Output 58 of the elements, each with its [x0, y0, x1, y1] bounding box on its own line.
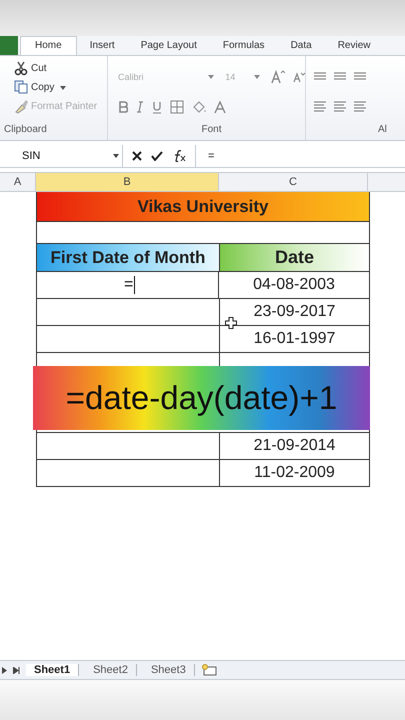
cancel-icon [132, 151, 142, 161]
next-sheet-icon [2, 666, 7, 674]
ribbon-tab[interactable]: Home [20, 36, 77, 55]
ribbon-tab[interactable]: Insert [76, 36, 128, 55]
file-tab[interactable] [0, 36, 18, 55]
ribbon-tab[interactable]: Formulas [210, 36, 278, 55]
group-label: Font [201, 124, 222, 137]
bold-icon [118, 101, 128, 113]
ribbon-command[interactable]: Cut [14, 61, 47, 76]
align-icon [354, 72, 366, 82]
table-cell-editor[interactable]: = [37, 272, 219, 298]
table-cell: 04-08-2003 [253, 276, 335, 294]
table-cell: 16-01-1997 [254, 330, 336, 348]
borders-icon [170, 100, 184, 114]
caret-icon [113, 154, 119, 158]
last-sheet-icon [13, 666, 20, 674]
ribbon-tab[interactable]: Data [278, 36, 325, 55]
column-header[interactable]: C [219, 173, 368, 191]
column-header[interactable]: B [36, 173, 219, 191]
header-cell: First Date of Month [37, 244, 220, 271]
scissors-icon [14, 61, 28, 76]
align-icon [334, 72, 346, 82]
table-cell: 21-09-2014 [254, 437, 336, 455]
copy-icon [14, 80, 28, 95]
brush-icon [14, 99, 28, 114]
title-cell: Vikas University [37, 192, 369, 222]
caret-icon [60, 86, 66, 90]
group-label: Clipboard [4, 124, 47, 137]
ribbon-tab[interactable]: Page Layout [128, 36, 210, 55]
grow-font-icon [271, 70, 285, 84]
align-icon [354, 101, 366, 113]
formula-input[interactable]: = [195, 145, 405, 167]
ribbon-tab[interactable]: Review [324, 36, 384, 55]
formula-banner: =date-day(date)+1 [33, 366, 370, 430]
new-sheet-icon [200, 664, 217, 676]
name-box-text: SIN [22, 150, 40, 162]
italic-icon [136, 101, 144, 113]
ribbon-command[interactable]: Copy [14, 80, 70, 95]
caret-icon [254, 75, 260, 79]
function-icon [172, 150, 186, 162]
font-color-icon [214, 100, 226, 114]
check-icon [151, 151, 163, 161]
sheet-tab[interactable]: Sheet1 [26, 664, 80, 676]
name-box[interactable]: SIN [0, 145, 123, 167]
underline-icon [152, 100, 162, 114]
align-icon [314, 72, 326, 82]
cell-input-text: = [124, 276, 136, 294]
align-icon [314, 101, 326, 113]
table-cell: 11-02-2009 [254, 464, 335, 482]
group-label: Al [378, 124, 387, 137]
sheet-tab[interactable]: Sheet3 [142, 664, 195, 676]
caret-icon [208, 75, 214, 79]
sheet-tab[interactable]: Sheet2 [85, 664, 137, 676]
shrink-font-icon [293, 71, 305, 83]
paint-bucket-icon [192, 100, 206, 114]
cursor-cross-icon [225, 317, 237, 329]
align-icon [334, 101, 346, 113]
table-cell: 23-09-2017 [254, 303, 336, 321]
